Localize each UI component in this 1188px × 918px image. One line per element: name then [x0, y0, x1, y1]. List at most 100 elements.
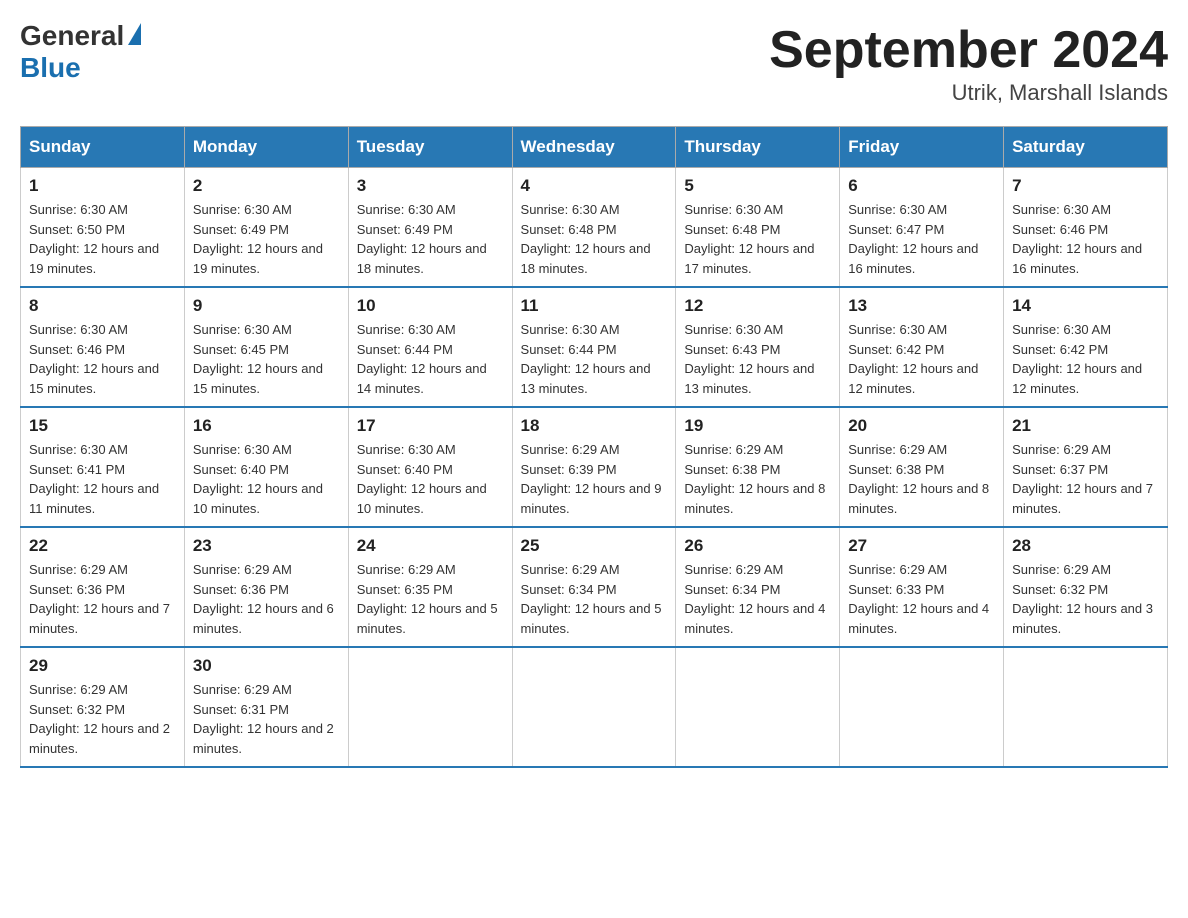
day-number: 8 — [29, 296, 176, 316]
day-info: Sunrise: 6:29 AMSunset: 6:33 PMDaylight:… — [848, 560, 995, 638]
calendar-cell: 16 Sunrise: 6:30 AMSunset: 6:40 PMDayligh… — [184, 407, 348, 527]
calendar-cell: 10Sunrise: 6:30 AMSunset: 6:44 PMDayligh… — [348, 287, 512, 407]
calendar-cell: 23 Sunrise: 6:29 AMSunset: 6:36 PMDayligh… — [184, 527, 348, 647]
header-tuesday: Tuesday — [348, 127, 512, 168]
day-number: 12 — [684, 296, 831, 316]
day-info: Sunrise: 6:30 AMSunset: 6:49 PMDaylight:… — [193, 200, 340, 278]
calendar-cell: 13 Sunrise: 6:30 AMSunset: 6:42 PMDayligh… — [840, 287, 1004, 407]
day-number: 18 — [521, 416, 668, 436]
calendar-cell: 6 Sunrise: 6:30 AMSunset: 6:47 PMDaylight… — [840, 168, 1004, 288]
calendar-cell: 28Sunrise: 6:29 AMSunset: 6:32 PMDayligh… — [1004, 527, 1168, 647]
day-info: Sunrise: 6:30 AMSunset: 6:44 PMDaylight:… — [521, 320, 668, 398]
day-number: 11 — [521, 296, 668, 316]
day-info: Sunrise: 6:30 AMSunset: 6:43 PMDaylight:… — [684, 320, 831, 398]
day-info: Sunrise: 6:29 AMSunset: 6:31 PMDaylight:… — [193, 680, 340, 758]
day-number: 9 — [193, 296, 340, 316]
calendar-subtitle: Utrik, Marshall Islands — [769, 80, 1168, 106]
day-number: 6 — [848, 176, 995, 196]
day-info: Sunrise: 6:29 AMSunset: 6:34 PMDaylight:… — [684, 560, 831, 638]
header-thursday: Thursday — [676, 127, 840, 168]
calendar-title: September 2024 — [769, 20, 1168, 80]
calendar-cell: 29Sunrise: 6:29 AMSunset: 6:32 PMDayligh… — [21, 647, 185, 767]
calendar-cell: 11 Sunrise: 6:30 AMSunset: 6:44 PMDayligh… — [512, 287, 676, 407]
calendar-week-1: 1 Sunrise: 6:30 AMSunset: 6:50 PMDaylight… — [21, 168, 1168, 288]
day-number: 29 — [29, 656, 176, 676]
day-info: Sunrise: 6:30 AMSunset: 6:46 PMDaylight:… — [1012, 200, 1159, 278]
day-number: 25 — [521, 536, 668, 556]
calendar-header-row: SundayMondayTuesdayWednesdayThursdayFrid… — [21, 127, 1168, 168]
calendar-cell: 1 Sunrise: 6:30 AMSunset: 6:50 PMDaylight… — [21, 168, 185, 288]
calendar-week-2: 8Sunrise: 6:30 AMSunset: 6:46 PMDaylight… — [21, 287, 1168, 407]
day-number: 15 — [29, 416, 176, 436]
day-info: Sunrise: 6:29 AMSunset: 6:34 PMDaylight:… — [521, 560, 668, 638]
title-section: September 2024 Utrik, Marshall Islands — [769, 20, 1168, 106]
day-number: 7 — [1012, 176, 1159, 196]
day-number: 30 — [193, 656, 340, 676]
day-info: Sunrise: 6:30 AMSunset: 6:50 PMDaylight:… — [29, 200, 176, 278]
calendar-cell: 7 Sunrise: 6:30 AMSunset: 6:46 PMDaylight… — [1004, 168, 1168, 288]
day-number: 26 — [684, 536, 831, 556]
logo-blue-text: Blue — [20, 52, 81, 84]
calendar-cell: 14Sunrise: 6:30 AMSunset: 6:42 PMDayligh… — [1004, 287, 1168, 407]
day-number: 28 — [1012, 536, 1159, 556]
day-info: Sunrise: 6:30 AMSunset: 6:49 PMDaylight:… — [357, 200, 504, 278]
calendar-cell: 24Sunrise: 6:29 AMSunset: 6:35 PMDayligh… — [348, 527, 512, 647]
day-number: 5 — [684, 176, 831, 196]
day-number: 23 — [193, 536, 340, 556]
day-info: Sunrise: 6:29 AMSunset: 6:36 PMDaylight:… — [193, 560, 340, 638]
day-number: 14 — [1012, 296, 1159, 316]
day-info: Sunrise: 6:29 AMSunset: 6:38 PMDaylight:… — [848, 440, 995, 518]
calendar-cell: 26 Sunrise: 6:29 AMSunset: 6:34 PMDayligh… — [676, 527, 840, 647]
calendar-table: SundayMondayTuesdayWednesdayThursdayFrid… — [20, 126, 1168, 768]
day-number: 16 — [193, 416, 340, 436]
calendar-cell — [840, 647, 1004, 767]
header-sunday: Sunday — [21, 127, 185, 168]
calendar-cell — [512, 647, 676, 767]
header-wednesday: Wednesday — [512, 127, 676, 168]
day-info: Sunrise: 6:29 AMSunset: 6:38 PMDaylight:… — [684, 440, 831, 518]
day-number: 4 — [521, 176, 668, 196]
header-friday: Friday — [840, 127, 1004, 168]
day-number: 20 — [848, 416, 995, 436]
logo-triangle-icon — [128, 23, 141, 45]
day-number: 19 — [684, 416, 831, 436]
calendar-cell: 5 Sunrise: 6:30 AMSunset: 6:48 PMDaylight… — [676, 168, 840, 288]
page-header: General Blue September 2024 Utrik, Marsh… — [20, 20, 1168, 106]
day-number: 3 — [357, 176, 504, 196]
calendar-cell: 3 Sunrise: 6:30 AMSunset: 6:49 PMDaylight… — [348, 168, 512, 288]
day-info: Sunrise: 6:29 AMSunset: 6:36 PMDaylight:… — [29, 560, 176, 638]
day-info: Sunrise: 6:29 AMSunset: 6:35 PMDaylight:… — [357, 560, 504, 638]
calendar-cell: 18 Sunrise: 6:29 AMSunset: 6:39 PMDayligh… — [512, 407, 676, 527]
calendar-week-4: 22 Sunrise: 6:29 AMSunset: 6:36 PMDayligh… — [21, 527, 1168, 647]
day-info: Sunrise: 6:30 AMSunset: 6:45 PMDaylight:… — [193, 320, 340, 398]
logo-general-text: General — [20, 20, 124, 52]
calendar-cell: 22 Sunrise: 6:29 AMSunset: 6:36 PMDayligh… — [21, 527, 185, 647]
calendar-cell: 4Sunrise: 6:30 AMSunset: 6:48 PMDaylight… — [512, 168, 676, 288]
day-number: 22 — [29, 536, 176, 556]
day-info: Sunrise: 6:30 AMSunset: 6:40 PMDaylight:… — [193, 440, 340, 518]
calendar-cell: 12 Sunrise: 6:30 AMSunset: 6:43 PMDayligh… — [676, 287, 840, 407]
calendar-cell: 15 Sunrise: 6:30 AMSunset: 6:41 PMDayligh… — [21, 407, 185, 527]
calendar-week-3: 15 Sunrise: 6:30 AMSunset: 6:41 PMDayligh… — [21, 407, 1168, 527]
day-info: Sunrise: 6:30 AMSunset: 6:44 PMDaylight:… — [357, 320, 504, 398]
header-saturday: Saturday — [1004, 127, 1168, 168]
day-info: Sunrise: 6:30 AMSunset: 6:41 PMDaylight:… — [29, 440, 176, 518]
day-info: Sunrise: 6:29 AMSunset: 6:37 PMDaylight:… — [1012, 440, 1159, 518]
day-info: Sunrise: 6:30 AMSunset: 6:48 PMDaylight:… — [684, 200, 831, 278]
calendar-cell: 25 Sunrise: 6:29 AMSunset: 6:34 PMDayligh… — [512, 527, 676, 647]
calendar-cell — [1004, 647, 1168, 767]
day-number: 1 — [29, 176, 176, 196]
header-monday: Monday — [184, 127, 348, 168]
day-number: 2 — [193, 176, 340, 196]
day-info: Sunrise: 6:29 AMSunset: 6:39 PMDaylight:… — [521, 440, 668, 518]
calendar-cell: 2 Sunrise: 6:30 AMSunset: 6:49 PMDaylight… — [184, 168, 348, 288]
day-info: Sunrise: 6:30 AMSunset: 6:42 PMDaylight:… — [848, 320, 995, 398]
day-info: Sunrise: 6:30 AMSunset: 6:40 PMDaylight:… — [357, 440, 504, 518]
calendar-cell — [676, 647, 840, 767]
day-number: 27 — [848, 536, 995, 556]
calendar-week-5: 29Sunrise: 6:29 AMSunset: 6:32 PMDayligh… — [21, 647, 1168, 767]
calendar-cell: 19 Sunrise: 6:29 AMSunset: 6:38 PMDayligh… — [676, 407, 840, 527]
day-info: Sunrise: 6:30 AMSunset: 6:47 PMDaylight:… — [848, 200, 995, 278]
day-number: 13 — [848, 296, 995, 316]
calendar-cell: 30 Sunrise: 6:29 AMSunset: 6:31 PMDayligh… — [184, 647, 348, 767]
